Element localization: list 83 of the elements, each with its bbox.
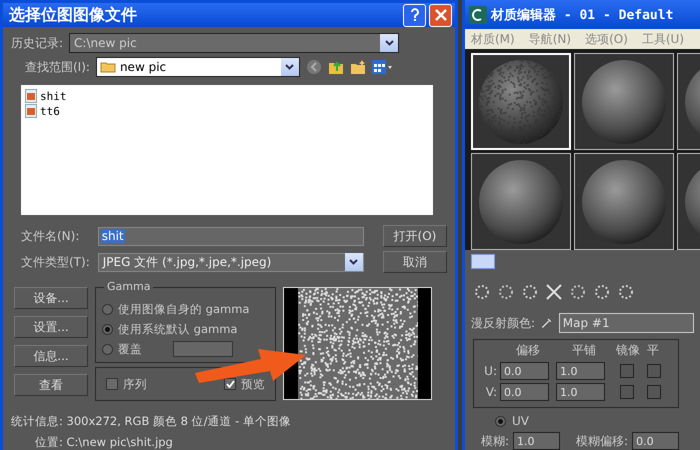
- help-icon: [410, 8, 420, 22]
- menu-item[interactable]: 材质(M): [471, 30, 515, 48]
- menu-item[interactable]: 工具(U): [642, 30, 684, 48]
- field-label: 模糊偏移:: [576, 432, 628, 450]
- cancel-button[interactable]: 取消: [382, 251, 447, 273]
- checkbox[interactable]: [647, 385, 661, 399]
- toolbar-icon[interactable]: [497, 283, 515, 301]
- gamma-spinner[interactable]: [173, 341, 233, 357]
- location-text: 位置: C:\new pic\shit.jpg: [35, 435, 174, 450]
- stats-text: 统计信息: 300x272, RGB 颜色 8 位/通道 - 单个图像: [11, 414, 292, 429]
- group-title: Gamma: [104, 280, 154, 293]
- radio-label: 使用系统默认 gamma: [118, 322, 238, 336]
- blur-offset-field[interactable]: 0.0: [632, 432, 680, 450]
- filename-field[interactable]: shit: [98, 226, 364, 246]
- axis-label: V:: [484, 385, 498, 399]
- menu-item[interactable]: 导航(N): [528, 30, 572, 48]
- checkbox[interactable]: [647, 364, 661, 378]
- image-file-icon: [25, 89, 37, 103]
- tiling-field[interactable]: 1.0: [556, 383, 605, 401]
- look-in-dropdown[interactable]: new pic: [96, 57, 300, 77]
- material-slot[interactable]: [574, 153, 674, 250]
- file-item[interactable]: shit: [25, 89, 429, 103]
- checkbox-label: 预览: [241, 376, 265, 392]
- material-slot[interactable]: [471, 153, 571, 250]
- toolbar-icon[interactable]: [593, 283, 611, 301]
- toolbar-icon[interactable]: [521, 283, 539, 301]
- close-icon: [434, 9, 446, 21]
- tiling-field[interactable]: 1.0: [556, 362, 605, 380]
- axis-label: U:: [483, 364, 498, 378]
- offset-field[interactable]: 0.0: [500, 383, 549, 401]
- checkbox-label: 序列: [123, 376, 147, 392]
- field-label: 模糊:: [481, 432, 510, 450]
- field-label: 漫反射颜色:: [471, 314, 536, 332]
- chevron-down-icon: [384, 40, 394, 46]
- checkbox[interactable]: [106, 378, 118, 390]
- side-button[interactable]: 查看: [14, 374, 88, 396]
- blur-field[interactable]: 1.0: [513, 432, 560, 450]
- delete-icon[interactable]: [545, 283, 563, 301]
- radio-button[interactable]: [102, 304, 113, 314]
- chevron-down-icon: [285, 64, 294, 70]
- history-dropdown[interactable]: C:\new pic: [69, 33, 400, 53]
- help-button[interactable]: [403, 4, 426, 26]
- field-label: 文件类型(T):: [21, 254, 91, 270]
- toolbar-icon[interactable]: [473, 283, 491, 301]
- radio-button[interactable]: [102, 344, 113, 354]
- chevron-down-icon: [349, 259, 358, 265]
- menu-item[interactable]: 选项(O): [585, 30, 628, 48]
- column-header: 平: [646, 342, 660, 359]
- radio-label: UV: [512, 414, 529, 428]
- new-folder-icon[interactable]: [350, 59, 366, 75]
- field-label: 文件名(N):: [21, 228, 80, 244]
- radio-label: 覆盖: [118, 342, 142, 356]
- checkbox[interactable]: [224, 378, 236, 390]
- image-file-icon: [25, 104, 37, 118]
- app-logo-icon: [469, 6, 487, 24]
- window-title: 选择位图图像文件: [9, 4, 138, 26]
- field-label: 历史记录:: [11, 34, 64, 52]
- column-header: 平铺: [571, 342, 597, 359]
- checkmark-icon: [226, 380, 234, 388]
- view-menu-icon[interactable]: [372, 60, 392, 74]
- map-name-field[interactable]: Map #1: [558, 313, 694, 333]
- column-header: 偏移: [515, 342, 541, 359]
- column-header: 镜像: [615, 342, 641, 359]
- toolbar-icon[interactable]: [617, 283, 635, 301]
- checkbox[interactable]: [620, 364, 634, 378]
- up-folder-icon[interactable]: [328, 59, 344, 75]
- window-title: 材质编辑器 - 01 - Default: [491, 6, 674, 24]
- close-button[interactable]: [429, 4, 452, 26]
- file-type-dropdown[interactable]: JPEG 文件 (*.jpg,*.jpe,*.jpeg): [98, 252, 364, 272]
- offset-field[interactable]: 0.0: [500, 362, 549, 380]
- radio-label: 使用图像自身的 gamma: [118, 302, 250, 316]
- field-label: 查找范围(I):: [25, 58, 90, 76]
- material-slot[interactable]: [574, 53, 674, 150]
- checkbox[interactable]: [620, 385, 634, 399]
- open-button[interactable]: 打开(O): [382, 225, 447, 247]
- side-button[interactable]: 设备...: [14, 287, 88, 309]
- side-button[interactable]: 设置...: [14, 316, 88, 338]
- folder-icon: [100, 61, 116, 73]
- file-item[interactable]: tt6: [25, 104, 429, 118]
- radio-button[interactable]: [495, 416, 506, 426]
- side-button[interactable]: 信息...: [14, 345, 88, 367]
- radio-button[interactable]: [102, 324, 113, 334]
- toolbar-icon[interactable]: [569, 283, 587, 301]
